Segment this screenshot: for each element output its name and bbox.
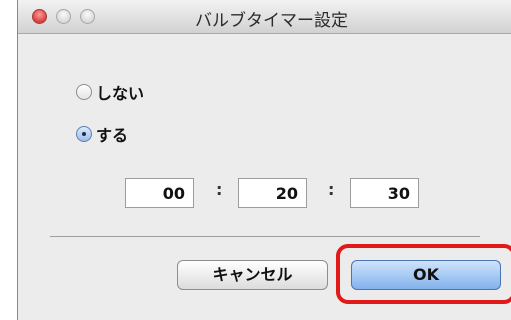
time-separator: :	[328, 180, 335, 199]
cancel-button[interactable]: キャンセル	[177, 260, 328, 290]
radio-enable[interactable]	[76, 126, 92, 142]
title-bar: バルブタイマー設定	[18, 0, 511, 34]
divider	[50, 236, 480, 237]
option-enable-label: する	[96, 126, 129, 145]
option-none-label: しない	[96, 84, 145, 103]
seconds-field[interactable]	[350, 178, 419, 208]
bulb-timer-dialog: バルブタイマー設定 しない する : : キャンセル OK	[17, 0, 511, 320]
ok-button[interactable]: OK	[351, 260, 501, 290]
radio-none[interactable]	[76, 84, 92, 100]
time-separator: :	[216, 180, 223, 199]
hours-field[interactable]	[125, 178, 194, 208]
option-none-row[interactable]: しない	[76, 80, 144, 104]
minutes-field[interactable]	[238, 178, 307, 208]
window-title: バルブタイマー設定	[195, 11, 348, 31]
option-enable-row[interactable]: する	[76, 122, 128, 146]
